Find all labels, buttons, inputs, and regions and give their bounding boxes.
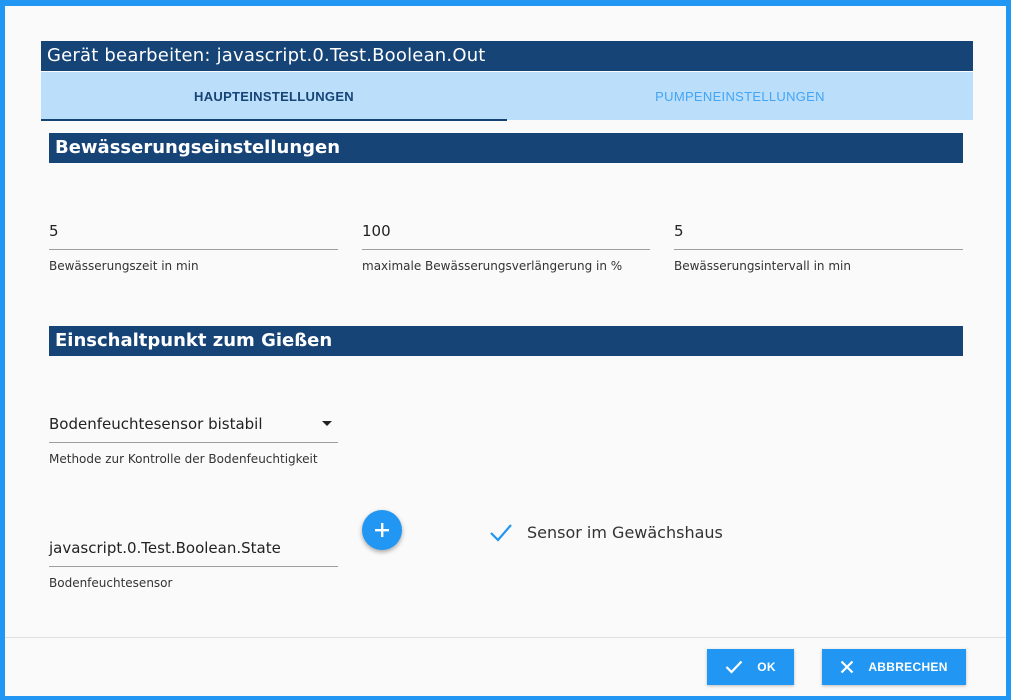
moisture-method-select[interactable]: Bodenfeuchtesensor bistabil Methode zur … [49, 412, 338, 466]
section-header-trigger: Einschaltpunkt zum Gießen [49, 326, 963, 356]
irrigation-interval-input[interactable]: 5 [674, 219, 963, 250]
moisture-sensor-label: Bodenfeuchtesensor [49, 576, 173, 590]
section-header-irrigation: Bewässerungseinstellungen [49, 133, 963, 163]
chevron-down-icon[interactable] [322, 421, 332, 426]
check-icon [725, 660, 743, 674]
moisture-method-value: Bodenfeuchtesensor bistabil [49, 415, 263, 433]
cancel-button-label: ABBRECHEN [868, 660, 948, 674]
ok-button[interactable]: OK [707, 649, 794, 685]
irrigation-time-field[interactable]: 5 Bewässerungszeit in min [49, 219, 338, 273]
irrigation-extension-label: maximale Bewässerungsverlängerung in % [362, 259, 623, 273]
close-icon [841, 660, 854, 674]
checkmark-icon[interactable] [489, 522, 513, 542]
irrigation-time-label: Bewässerungszeit in min [49, 259, 199, 273]
tab-main-settings[interactable]: HAUPTEINSTELLUNGEN [41, 72, 507, 121]
tab-pump-settings[interactable]: PUMPENEINSTELLUNGEN [507, 72, 973, 120]
moisture-method-label: Methode zur Kontrolle der Bodenfeuchtigk… [49, 452, 318, 466]
footer-divider [5, 637, 1006, 638]
irrigation-time-input[interactable]: 5 [49, 219, 338, 250]
add-sensor-button[interactable] [362, 510, 402, 550]
dialog-title: Gerät bearbeiten: javascript.0.Test.Bool… [41, 41, 973, 71]
cancel-button[interactable]: ABBRECHEN [822, 649, 966, 685]
tab-bar: HAUPTEINSTELLUNGEN PUMPENEINSTELLUNGEN [41, 72, 973, 121]
irrigation-extension-input[interactable]: 100 [362, 219, 650, 250]
ok-button-label: OK [757, 660, 776, 674]
moisture-sensor-input[interactable]: javascript.0.Test.Boolean.State [49, 536, 338, 567]
irrigation-interval-label: Bewässerungsintervall in min [674, 259, 851, 273]
edit-device-dialog: Gerät bearbeiten: javascript.0.Test.Bool… [5, 6, 1006, 696]
moisture-sensor-field[interactable]: javascript.0.Test.Boolean.State Bodenfeu… [49, 536, 338, 590]
irrigation-extension-field[interactable]: 100 maximale Bewässerungsverlängerung in… [362, 219, 650, 273]
greenhouse-checkbox[interactable]: Sensor im Gewächshaus [489, 522, 723, 542]
greenhouse-checkbox-label: Sensor im Gewächshaus [527, 522, 723, 542]
plus-icon [375, 523, 389, 537]
moisture-method-value-wrap[interactable]: Bodenfeuchtesensor bistabil [49, 412, 338, 443]
irrigation-interval-field[interactable]: 5 Bewässerungsintervall in min [674, 219, 963, 273]
